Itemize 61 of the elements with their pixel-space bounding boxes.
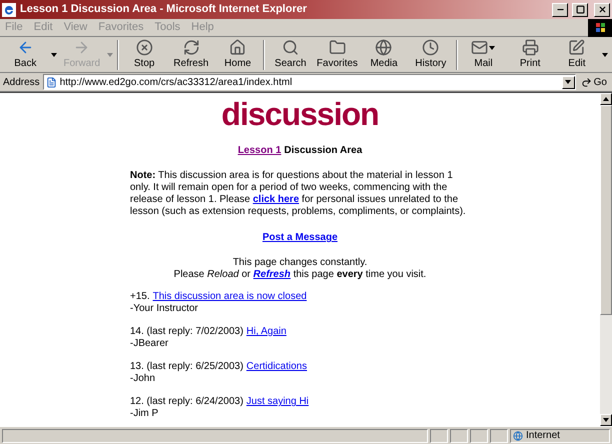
go-button[interactable]: Go — [578, 74, 609, 90]
restore-button[interactable] — [572, 2, 588, 16]
page-icon — [46, 76, 57, 88]
discussion-logo: discussion — [221, 97, 379, 131]
search-icon — [282, 39, 299, 56]
stop-icon — [136, 39, 153, 56]
globe-icon — [513, 430, 523, 440]
close-icon — [598, 5, 606, 14]
toolbar-button[interactable]: History — [407, 38, 454, 72]
post-number: 13. (last reply: 6/25/2003) — [130, 361, 244, 373]
toolbar-button[interactable]: Mail — [460, 38, 507, 72]
toolbar-button[interactable]: Media — [360, 38, 408, 72]
toolbar-button[interactable]: Edit — [554, 38, 600, 72]
toolbar-button[interactable]: Home — [214, 38, 262, 72]
house-icon — [229, 39, 246, 56]
toolbar-button[interactable]: Refresh — [168, 38, 214, 72]
folder-icon — [328, 39, 346, 56]
window-title: Lesson 1 Discussion Area - Microsoft Internet Explorer — [20, 2, 308, 18]
lesson-link[interactable]: Lesson 1 — [238, 143, 282, 158]
scroll-down-icon[interactable] — [603, 418, 609, 422]
restore-icon — [576, 5, 584, 14]
refresh-link[interactable]: Refresh — [253, 269, 291, 280]
mail-icon — [471, 39, 488, 56]
edit-icon — [568, 39, 586, 56]
minimize-button[interactable] — [552, 2, 568, 16]
notice-text: This page changes constantly. — [232, 257, 368, 269]
go-arrow-icon — [580, 76, 592, 88]
post-author: -Jim P — [130, 408, 160, 420]
page-heading: Discussion Area — [284, 144, 362, 158]
click-here-link[interactable]: click here — [252, 194, 300, 205]
toolbar-button[interactable]: Favorites — [314, 38, 361, 72]
post-link[interactable]: Hi, Again — [246, 326, 286, 338]
post-number: 12. (last reply: 6/24/2003) — [130, 396, 244, 408]
browser-logo-icon — [2, 2, 16, 16]
printer-icon — [522, 39, 539, 56]
status-zone: Internet — [526, 429, 560, 443]
caret-icon — [565, 80, 572, 84]
post-link[interactable]: Just saying Hi — [246, 396, 309, 408]
globe-icon — [375, 39, 392, 56]
post-link[interactable]: Certidications — [246, 361, 307, 373]
post-author: -John — [130, 373, 156, 385]
post-author: -JBearer — [130, 338, 170, 350]
address-field[interactable]: http://www.ed2go.com/crs/ac33312/area1/index.html — [42, 74, 576, 90]
post-message-link[interactable]: Post a Message — [262, 230, 338, 245]
windows-logo-icon — [588, 18, 612, 36]
toolbar-button[interactable]: Back — [2, 38, 49, 72]
refresh-icon — [182, 39, 200, 56]
toolbar-button[interactable]: Stop — [120, 38, 168, 72]
post-number: 14. (last reply: 7/02/2003) — [130, 326, 244, 338]
post-number: +15. — [130, 291, 150, 303]
address-label: Address — [3, 76, 40, 90]
close-button[interactable] — [594, 2, 610, 16]
clock-icon — [422, 39, 440, 56]
toolbar-button[interactable]: Print — [506, 38, 554, 72]
toolbar-button[interactable]: Search — [267, 38, 314, 72]
scroll-up-icon[interactable] — [603, 97, 609, 101]
post-link[interactable]: This discussion area is now closed — [152, 291, 307, 303]
post-author: -Your Instructor — [130, 303, 199, 315]
note-paragraph: Note: This discussion area is for questions about the material in lesson 1 only. It will remain open for a period of two weeks, commencing with the release of lesson 1. Please click here for personal issues unrelated to the lesson (such as extension requests, problems, compliments, or complaints). — [130, 170, 467, 218]
notice-text: Please Reload or Refresh this page every time you visit. — [174, 269, 426, 281]
dropdown-button[interactable] — [562, 76, 575, 88]
